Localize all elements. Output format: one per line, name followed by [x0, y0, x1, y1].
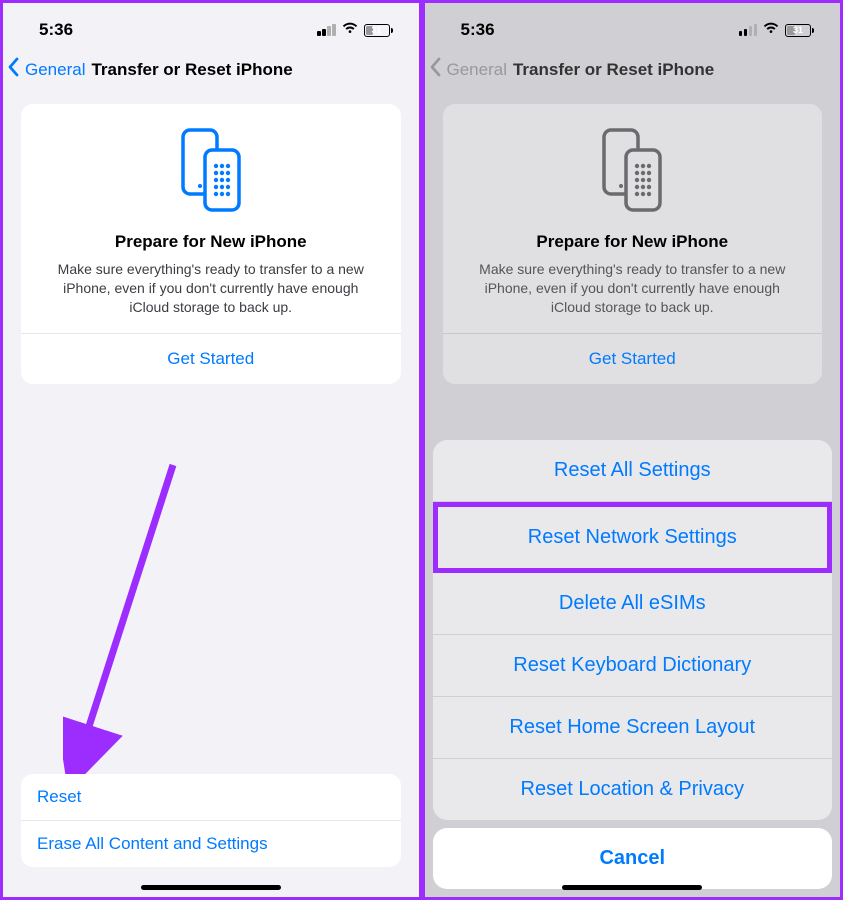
status-icons: 31	[317, 20, 393, 40]
prepare-title: Prepare for New iPhone	[461, 232, 805, 252]
action-sheet: Reset All Settings Reset Network Setting…	[425, 440, 841, 897]
nav-title: Transfer or Reset iPhone	[513, 60, 714, 80]
nav-title: Transfer or Reset iPhone	[91, 60, 292, 80]
bottom-options: Reset Erase All Content and Settings	[21, 774, 401, 867]
reset-home-screen-layout-button[interactable]: Reset Home Screen Layout	[433, 697, 833, 759]
battery-icon: 31	[364, 24, 393, 37]
cellular-icon	[317, 24, 336, 37]
two-phones-icon	[175, 128, 247, 214]
reset-keyboard-dictionary-button[interactable]: Reset Keyboard Dictionary	[433, 635, 833, 697]
action-sheet-options: Reset All Settings Reset Network Setting…	[433, 440, 833, 820]
right-screenshot: 5:36 31 General Transfer or Reset iPhone…	[422, 0, 843, 900]
delete-all-esims-button[interactable]: Delete All eSIMs	[433, 573, 833, 635]
reset-button[interactable]: Reset	[21, 774, 401, 820]
back-chevron-icon[interactable]	[5, 55, 23, 84]
status-icons: 31	[739, 20, 815, 40]
prepare-card: Prepare for New iPhone Make sure everyth…	[21, 104, 401, 384]
reset-all-settings-button[interactable]: Reset All Settings	[433, 440, 833, 502]
nav-bar: General Transfer or Reset iPhone	[425, 47, 841, 94]
get-started-button: Get Started	[461, 334, 805, 384]
status-time: 5:36	[461, 20, 495, 40]
prepare-card-dimmed: Prepare for New iPhone Make sure everyth…	[443, 104, 823, 384]
nav-bar: General Transfer or Reset iPhone	[3, 47, 419, 94]
annotation-arrow	[63, 455, 193, 780]
get-started-button[interactable]: Get Started	[39, 334, 383, 384]
home-indicator[interactable]	[141, 885, 281, 890]
status-bar: 5:36 31	[425, 3, 841, 47]
prepare-description: Make sure everything's ready to transfer…	[461, 260, 805, 333]
erase-all-button[interactable]: Erase All Content and Settings	[21, 820, 401, 867]
wifi-icon	[341, 20, 359, 40]
prepare-title: Prepare for New iPhone	[39, 232, 383, 252]
reset-network-settings-button[interactable]: Reset Network Settings	[433, 502, 833, 573]
prepare-description: Make sure everything's ready to transfer…	[39, 260, 383, 333]
wifi-icon	[762, 20, 780, 40]
status-bar: 5:36 31	[3, 3, 419, 47]
back-button[interactable]: General	[25, 60, 85, 80]
home-indicator[interactable]	[562, 885, 702, 890]
two-phones-icon	[596, 128, 668, 214]
reset-location-privacy-button[interactable]: Reset Location & Privacy	[433, 759, 833, 820]
cellular-icon	[739, 24, 758, 37]
left-screenshot: 5:36 31 General Transfer or Reset iPhone…	[0, 0, 422, 900]
cancel-button[interactable]: Cancel	[433, 828, 833, 889]
battery-icon: 31	[785, 24, 814, 37]
status-time: 5:36	[39, 20, 73, 40]
back-chevron-icon	[427, 55, 445, 84]
back-button: General	[447, 60, 507, 80]
